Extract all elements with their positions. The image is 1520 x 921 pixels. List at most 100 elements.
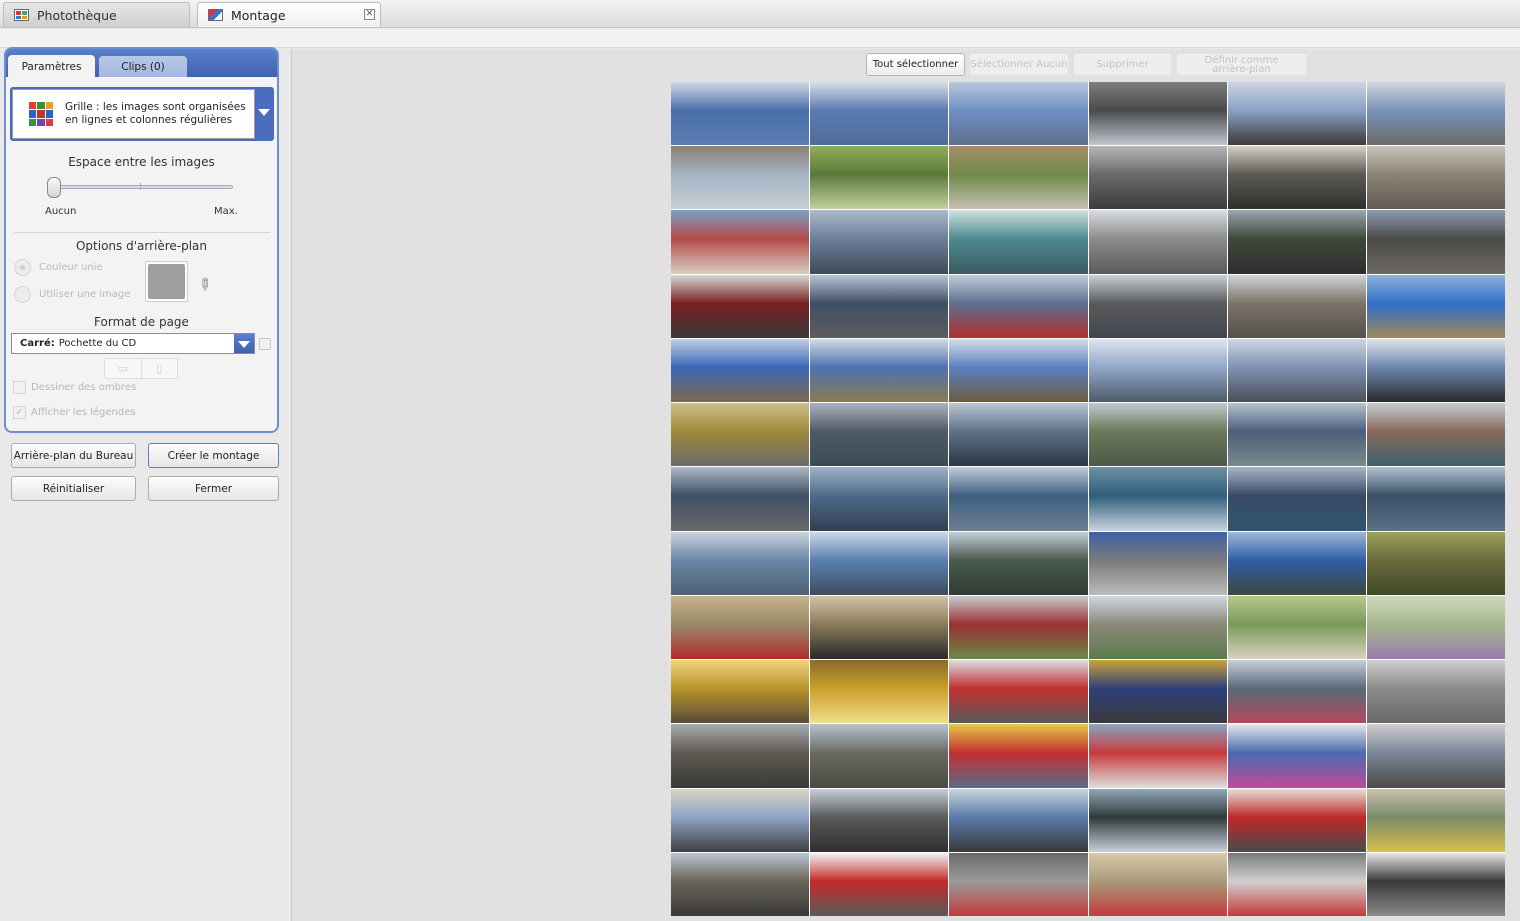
montage-thumbnail[interactable] <box>671 338 810 403</box>
montage-thumbnail[interactable] <box>949 82 1088 146</box>
montage-thumbnail[interactable] <box>671 274 810 338</box>
shadows-checkbox[interactable] <box>13 381 26 394</box>
montage-thumbnail[interactable] <box>1088 852 1227 916</box>
delete-button[interactable]: Supprimer <box>1073 53 1172 76</box>
portrait-icon[interactable]: ▯ <box>142 359 178 378</box>
montage-thumbnail[interactable] <box>671 660 810 724</box>
montage-thumbnail[interactable] <box>671 210 810 274</box>
desktop-background-button[interactable]: Arrière-plan du Bureau <box>11 443 136 468</box>
orientation-toggle[interactable]: ▭ ▯ <box>104 358 178 379</box>
montage-thumbnail[interactable] <box>1227 531 1366 595</box>
montage-thumbnail[interactable] <box>1088 338 1227 403</box>
montage-thumbnail[interactable] <box>1227 660 1366 724</box>
montage-thumbnail[interactable] <box>810 852 949 916</box>
use-image-radio[interactable] <box>14 286 31 303</box>
montage-thumbnail[interactable] <box>1366 531 1505 595</box>
tab-montage[interactable]: Montage ✕ <box>197 2 381 27</box>
montage-thumbnail[interactable] <box>1227 338 1366 403</box>
montage-thumbnail[interactable] <box>810 146 949 210</box>
montage-thumbnail[interactable] <box>671 531 810 595</box>
montage-thumbnail[interactable] <box>810 467 949 531</box>
montage-thumbnail[interactable] <box>671 595 810 660</box>
chevron-down-icon[interactable] <box>258 109 270 116</box>
montage-thumbnail[interactable] <box>810 788 949 852</box>
montage-thumbnail[interactable] <box>671 403 810 467</box>
select-none-button[interactable]: Sélectionner Aucun <box>969 53 1069 76</box>
montage-thumbnail[interactable] <box>949 210 1088 274</box>
tab-settings[interactable]: Paramètres <box>8 55 95 79</box>
solid-color-radio-row[interactable]: Couleur unie <box>14 259 103 276</box>
montage-thumbnail[interactable] <box>949 531 1088 595</box>
montage-thumbnail[interactable] <box>671 146 810 210</box>
montage-thumbnail[interactable] <box>1088 467 1227 531</box>
montage-thumbnail[interactable] <box>1366 467 1505 531</box>
montage-thumbnail[interactable] <box>810 595 949 660</box>
montage-thumbnail[interactable] <box>1227 788 1366 852</box>
montage-thumbnail[interactable] <box>1227 724 1366 788</box>
tab-phototheque[interactable]: Photothèque <box>3 2 190 27</box>
captions-checkbox[interactable]: ✓ <box>13 406 26 419</box>
montage-thumbnail[interactable] <box>1088 788 1227 852</box>
montage-thumbnail[interactable] <box>949 338 1088 403</box>
close-icon[interactable]: ✕ <box>364 9 375 20</box>
montage-thumbnail[interactable] <box>949 595 1088 660</box>
montage-thumbnail[interactable] <box>949 403 1088 467</box>
montage-thumbnail[interactable] <box>1366 146 1505 210</box>
chevron-down-icon[interactable] <box>234 334 254 353</box>
solid-color-radio[interactable] <box>14 259 31 276</box>
montage-thumbnail[interactable] <box>1366 82 1505 146</box>
select-all-button[interactable]: Tout sélectionner <box>866 53 965 76</box>
page-format-options-icon[interactable] <box>259 338 271 350</box>
montage-thumbnail[interactable] <box>810 403 949 467</box>
montage-thumbnail[interactable] <box>671 724 810 788</box>
montage-thumbnail[interactable] <box>810 274 949 338</box>
montage-thumbnail[interactable] <box>1088 403 1227 467</box>
montage-thumbnail[interactable] <box>1227 82 1366 146</box>
montage-thumbnail[interactable] <box>671 852 810 916</box>
montage-thumbnail[interactable] <box>1088 146 1227 210</box>
montage-thumbnail[interactable] <box>949 852 1088 916</box>
montage-thumbnail[interactable] <box>671 788 810 852</box>
montage-thumbnail[interactable] <box>949 724 1088 788</box>
montage-thumbnail[interactable] <box>671 467 810 531</box>
montage-thumbnail[interactable] <box>1366 852 1505 916</box>
landscape-icon[interactable]: ▭ <box>105 359 142 378</box>
montage-thumbnail[interactable] <box>1088 531 1227 595</box>
montage-thumbnail[interactable] <box>1366 724 1505 788</box>
background-color-swatch[interactable] <box>145 261 188 302</box>
montage-thumbnail[interactable] <box>1227 467 1366 531</box>
montage-thumbnail[interactable] <box>949 146 1088 210</box>
montage-thumbnail[interactable] <box>1227 403 1366 467</box>
montage-thumbnail[interactable] <box>1366 338 1505 403</box>
montage-thumbnail[interactable] <box>1227 852 1366 916</box>
montage-thumbnail[interactable] <box>1088 82 1227 146</box>
montage-thumbnail[interactable] <box>810 210 949 274</box>
spacing-slider-thumb[interactable] <box>47 177 61 198</box>
montage-thumbnail[interactable] <box>810 82 949 146</box>
montage-thumbnail[interactable] <box>1088 724 1227 788</box>
layout-selector[interactable]: Grille : les images sont organisées en l… <box>10 87 274 141</box>
captions-checkbox-row[interactable]: ✓ Afficher les légendes <box>13 406 136 419</box>
montage-thumbnail[interactable] <box>810 338 949 403</box>
montage-thumbnail[interactable] <box>1366 595 1505 660</box>
spacing-slider-track[interactable] <box>49 185 233 189</box>
eyedropper-icon[interactable]: ✎ <box>193 273 216 296</box>
montage-thumbnail[interactable] <box>949 274 1088 338</box>
page-format-select[interactable]: Carré: Pochette du CD <box>11 333 255 354</box>
montage-thumbnail[interactable] <box>1227 595 1366 660</box>
montage-thumbnail[interactable] <box>949 467 1088 531</box>
montage-thumbnail[interactable] <box>1227 146 1366 210</box>
set-as-background-button[interactable]: Définir comme arrière-plan <box>1176 53 1307 76</box>
montage-thumbnail[interactable] <box>810 660 949 724</box>
montage-thumbnail[interactable] <box>1088 660 1227 724</box>
montage-thumbnail[interactable] <box>1227 274 1366 338</box>
use-image-radio-row[interactable]: Utiliser une image <box>14 286 130 303</box>
montage-thumbnail[interactable] <box>1366 274 1505 338</box>
montage-thumbnail[interactable] <box>1088 595 1227 660</box>
reset-button[interactable]: Réinitialiser <box>11 476 136 501</box>
close-button[interactable]: Fermer <box>148 476 279 501</box>
montage-thumbnail[interactable] <box>810 531 949 595</box>
montage-thumbnail[interactable] <box>1366 788 1505 852</box>
montage-thumbnail[interactable] <box>671 82 810 146</box>
montage-thumbnail[interactable] <box>949 660 1088 724</box>
